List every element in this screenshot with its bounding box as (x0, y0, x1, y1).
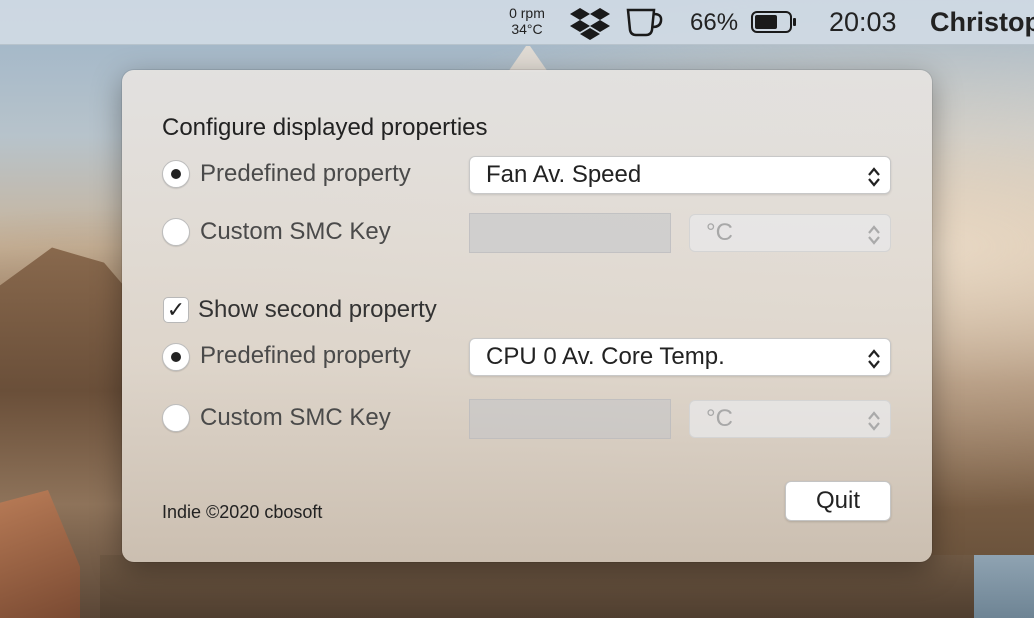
show-second-property-label[interactable]: Show second property (198, 296, 437, 324)
copyright-footer: Indie ©2020 cbosoft (162, 502, 323, 522)
second-predefined-select[interactable]: CPU 0 Av. Core Temp. (469, 338, 891, 376)
desktop-wallpaper-hills (100, 555, 1034, 618)
fan-speed-readout: 0 rpm (509, 5, 545, 21)
show-second-property-checkbox[interactable]: ✓ (163, 297, 189, 323)
second-custom-key-field[interactable] (469, 399, 671, 439)
first-predefined-select[interactable]: Fan Av. Speed (469, 156, 891, 194)
second-unit-value: °C (706, 405, 733, 432)
chevron-updown-icon (866, 346, 882, 382)
first-unit-value: °C (706, 219, 733, 246)
second-unit-select[interactable]: °C (689, 400, 891, 438)
dropbox-icon[interactable] (570, 6, 610, 45)
chevron-updown-icon (866, 164, 882, 200)
settings-popover: Configure displayed properties Predefine… (122, 70, 932, 562)
battery-percent[interactable]: 66% (690, 9, 738, 37)
first-predefined-radio[interactable] (162, 160, 190, 188)
quit-button[interactable]: Quit (785, 481, 891, 521)
menu-bar: 0 rpm 34°C 66% 20:03 Christop (0, 0, 1034, 45)
first-custom-key-field[interactable] (469, 213, 671, 253)
battery-icon[interactable] (751, 11, 797, 38)
user-menu[interactable]: Christop (930, 7, 1034, 38)
popover-heading: Configure displayed properties (162, 114, 488, 141)
coffee-cup-icon[interactable] (625, 8, 665, 43)
first-custom-label[interactable]: Custom SMC Key (200, 218, 391, 246)
first-predefined-value: Fan Av. Speed (486, 161, 642, 188)
second-custom-radio[interactable] (162, 404, 190, 432)
first-custom-radio[interactable] (162, 218, 190, 246)
second-predefined-label[interactable]: Predefined property (200, 342, 411, 370)
popover-arrow (508, 46, 548, 72)
second-predefined-radio[interactable] (162, 343, 190, 371)
second-predefined-value: CPU 0 Av. Core Temp. (486, 343, 725, 370)
first-predefined-label[interactable]: Predefined property (200, 160, 411, 188)
chevron-updown-icon (866, 408, 882, 444)
menu-bar-clock[interactable]: 20:03 (829, 7, 897, 38)
fan-status-menu-item[interactable]: 0 rpm 34°C (498, 5, 556, 37)
temperature-readout: 34°C (511, 21, 543, 37)
first-unit-select[interactable]: °C (689, 214, 891, 252)
desktop-wallpaper-sea (974, 555, 1034, 618)
second-custom-label[interactable]: Custom SMC Key (200, 404, 391, 432)
chevron-updown-icon (866, 222, 882, 258)
